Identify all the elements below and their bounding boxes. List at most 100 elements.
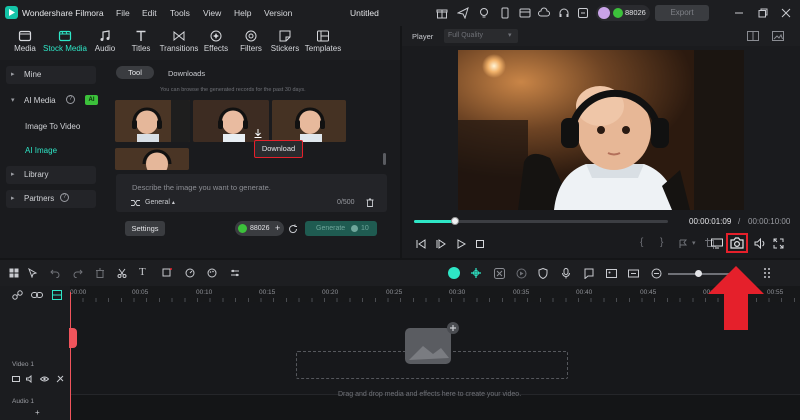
tab-templates[interactable]: Templates xyxy=(297,29,349,59)
prompt-box[interactable]: Describe the image you want to generate.… xyxy=(116,174,387,212)
select-cursor-icon[interactable] xyxy=(28,268,38,278)
render-preview-icon[interactable] xyxy=(516,268,527,279)
layout-grid-icon[interactable] xyxy=(9,268,19,278)
voiceover-icon[interactable] xyxy=(584,268,594,279)
media-import-icon[interactable] xyxy=(606,268,617,279)
more-options-icon[interactable] xyxy=(763,267,771,279)
previous-frame-icon[interactable] xyxy=(416,239,426,249)
menu-version[interactable]: Version xyxy=(264,8,292,18)
ai-assistant-icon[interactable] xyxy=(448,267,460,279)
sidebar-item-ai-image[interactable]: AI Image xyxy=(25,146,57,155)
generated-image-thumbnail[interactable] xyxy=(115,148,189,170)
prompt-input[interactable]: Describe the image you want to generate. xyxy=(132,183,271,192)
restore-icon[interactable] xyxy=(757,7,769,19)
settings-button[interactable]: Settings xyxy=(125,221,165,236)
quality-dropdown[interactable]: Full Quality ▾ xyxy=(444,29,518,43)
drop-hint: Drag and drop media and effects here to … xyxy=(338,391,522,398)
zoom-slider-handle[interactable] xyxy=(694,270,702,277)
export-button[interactable]: Export xyxy=(655,5,709,21)
grid-view-icon[interactable] xyxy=(747,31,759,41)
scrollbar-thumb[interactable] xyxy=(383,153,386,165)
display-icon[interactable] xyxy=(711,238,723,249)
progress-handle[interactable] xyxy=(450,217,459,225)
cloud-upload-icon[interactable] xyxy=(538,7,550,19)
sidebar-item-image-to-video[interactable]: Image To Video xyxy=(25,122,80,131)
media-toolbar: Media Stock Media Audio Titles Transitio… xyxy=(0,26,400,60)
generate-button[interactable]: Generate 10 xyxy=(305,221,377,236)
sidebar-item-ai-media[interactable]: ▾ AI Media ? AI xyxy=(6,92,98,110)
refresh-icon[interactable] xyxy=(288,224,298,234)
eye-icon[interactable] xyxy=(40,375,49,383)
close-icon[interactable] xyxy=(780,7,792,19)
minimize-icon[interactable] xyxy=(733,7,745,19)
credits-badge[interactable]: 88026 xyxy=(596,5,650,21)
timeline-ruler[interactable]: 00:00 00:05 00:10 00:15 00:20 00:25 00:3… xyxy=(70,286,800,302)
mark-in-icon[interactable]: { xyxy=(640,237,643,248)
sidebar-item-partners[interactable]: ▸ Partners ? xyxy=(6,190,96,208)
menu-help[interactable]: Help xyxy=(234,8,251,18)
audio-adjust-icon[interactable] xyxy=(230,268,240,278)
current-time: 00:00:01:09 xyxy=(689,217,732,226)
menu-file[interactable]: File xyxy=(116,8,130,18)
marker-icon[interactable] xyxy=(678,239,688,249)
stop-icon[interactable] xyxy=(475,239,485,249)
color-palette-icon[interactable] xyxy=(207,268,217,278)
notification-icon[interactable] xyxy=(577,7,589,19)
track-mute-icon[interactable] xyxy=(26,375,34,383)
chevron-down-icon[interactable]: ▾ xyxy=(692,239,696,247)
credits-pill[interactable]: 88026 + xyxy=(235,221,284,236)
redo-icon[interactable] xyxy=(73,268,83,278)
plus-icon: + xyxy=(275,223,281,233)
delete-icon[interactable] xyxy=(95,268,105,278)
shuffle-icon[interactable] xyxy=(131,199,140,207)
track-video-icon[interactable] xyxy=(12,375,20,383)
crop-tool-icon[interactable] xyxy=(162,268,172,278)
fullscreen-icon[interactable] xyxy=(773,238,784,249)
auto-highlight-icon[interactable] xyxy=(494,268,505,279)
play-icon[interactable] xyxy=(456,239,466,249)
shield-icon[interactable] xyxy=(538,268,548,279)
timeline-tracks[interactable]: Drag and drop media and effects here to … xyxy=(70,302,800,420)
menu-tools[interactable]: Tools xyxy=(170,8,190,18)
headset-icon[interactable] xyxy=(558,7,570,19)
tab-downloads[interactable]: Downloads xyxy=(168,69,205,78)
download-icon[interactable] xyxy=(254,129,262,138)
text-tool-icon[interactable]: T xyxy=(139,266,146,278)
generated-image-thumbnail[interactable] xyxy=(115,100,190,142)
style-dropdown[interactable]: General ▴ xyxy=(145,199,175,206)
replace-icon[interactable] xyxy=(628,268,639,279)
sidebar-item-library[interactable]: ▸ Library xyxy=(6,166,96,184)
mark-out-icon[interactable]: } xyxy=(660,237,663,248)
play-backward-icon[interactable] xyxy=(436,239,446,249)
scissors-icon[interactable] xyxy=(117,268,127,278)
snap-icon[interactable] xyxy=(470,267,482,279)
chain-icon[interactable] xyxy=(31,290,43,300)
link-icon[interactable] xyxy=(12,290,23,300)
gift-icon[interactable] xyxy=(436,7,448,19)
volume-icon[interactable] xyxy=(754,238,766,249)
sidebar-item-mine[interactable]: ▸ Mine xyxy=(6,66,96,84)
speed-icon[interactable] xyxy=(185,268,195,278)
generated-image-thumbnail[interactable] xyxy=(272,100,346,142)
lock-icon[interactable] xyxy=(56,375,64,383)
undo-icon[interactable] xyxy=(50,268,60,278)
snapshot-button[interactable] xyxy=(726,233,748,253)
char-count: 0/500 xyxy=(337,199,355,206)
image-view-icon[interactable] xyxy=(772,31,784,41)
credit-coin-icon xyxy=(238,224,247,233)
microphone-icon[interactable] xyxy=(561,268,571,279)
lightbulb-icon[interactable] xyxy=(478,7,490,19)
zoom-out-icon[interactable] xyxy=(651,268,662,279)
track-manager-icon[interactable] xyxy=(52,290,62,300)
tab-tool[interactable]: Tool xyxy=(116,66,154,79)
help-circle-icon[interactable]: ? xyxy=(60,193,69,202)
pricing-icon[interactable] xyxy=(519,7,531,19)
mobile-icon[interactable] xyxy=(499,7,511,19)
help-circle-icon[interactable]: ? xyxy=(66,95,75,104)
playhead-handle[interactable] xyxy=(69,328,77,348)
trash-icon[interactable] xyxy=(366,198,374,207)
add-audio-track-icon[interactable]: + xyxy=(35,408,40,417)
send-icon[interactable] xyxy=(457,7,469,19)
menu-edit[interactable]: Edit xyxy=(142,8,157,18)
menu-view[interactable]: View xyxy=(203,8,221,18)
